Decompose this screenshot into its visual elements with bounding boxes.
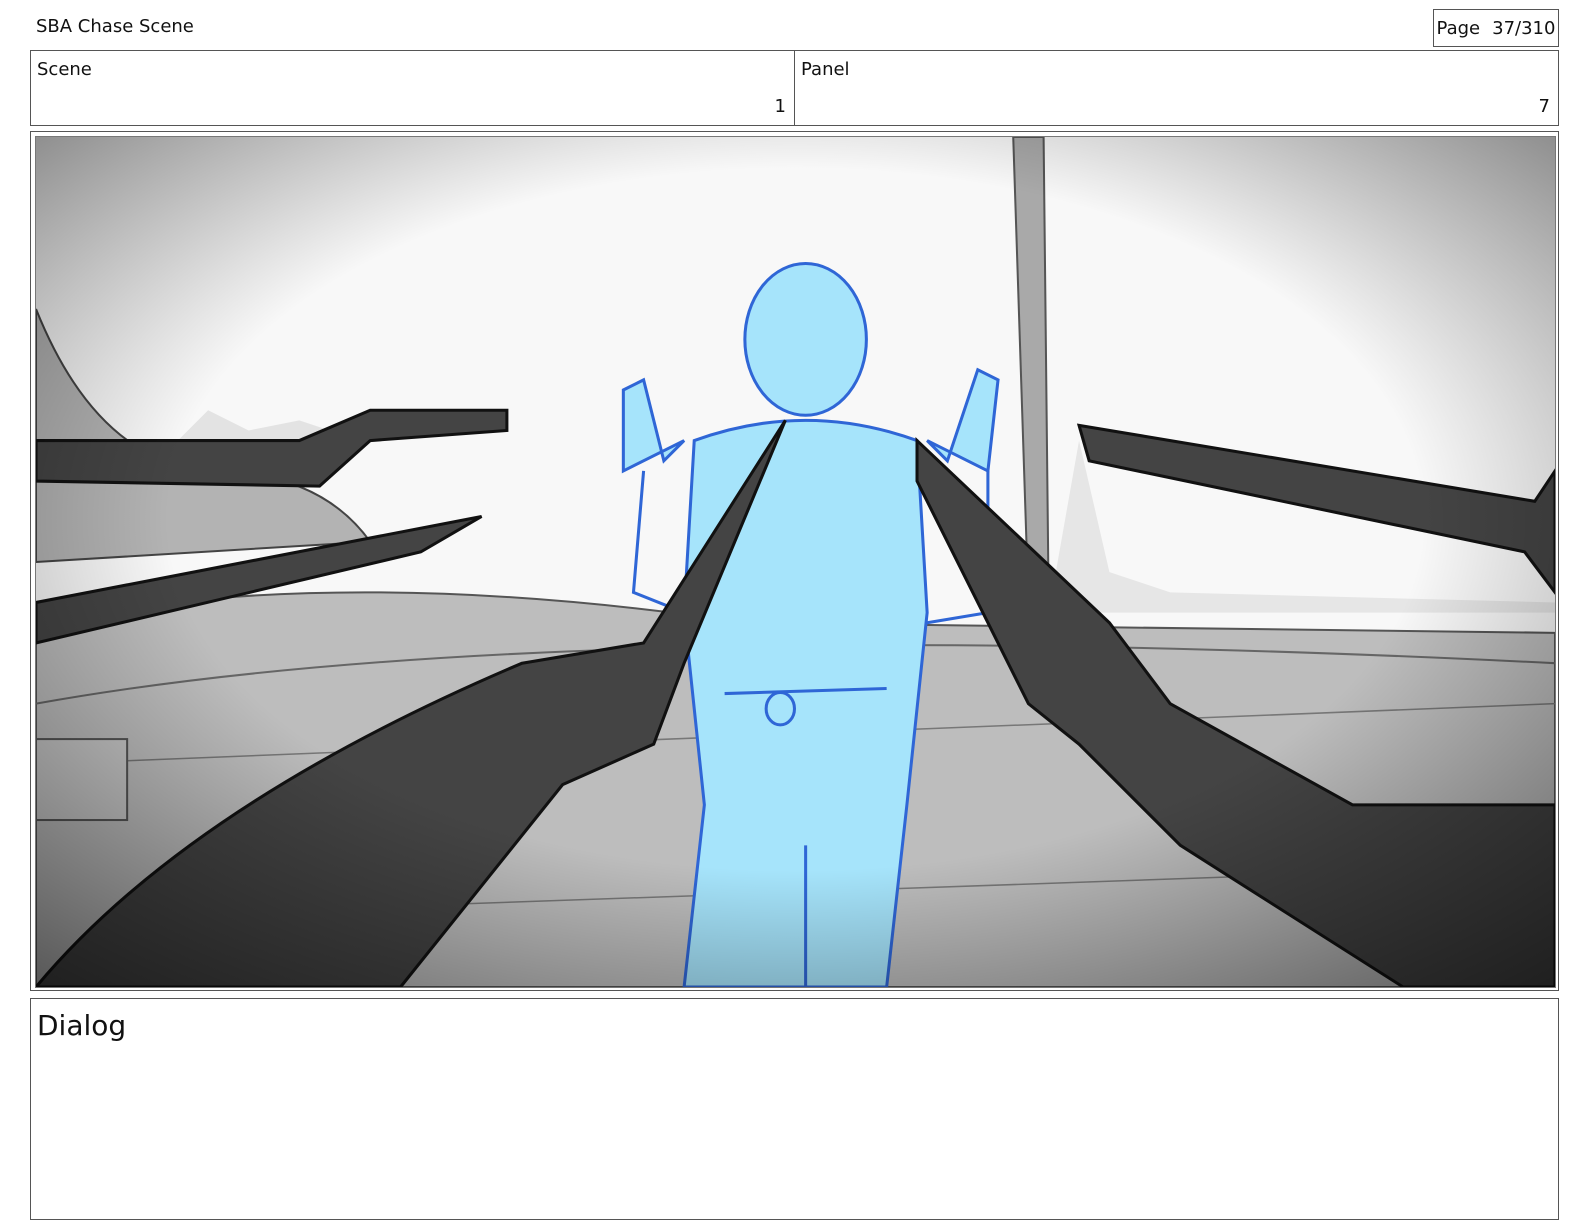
panel-field: Panel 7 bbox=[794, 50, 1559, 126]
page-number: 37/310 bbox=[1492, 17, 1556, 39]
storyboard-frame bbox=[30, 131, 1559, 991]
scene-number: 1 bbox=[774, 96, 786, 117]
page-label: Page bbox=[1436, 17, 1481, 39]
panel-number: 7 bbox=[1538, 96, 1550, 117]
scene-field: Scene 1 bbox=[30, 50, 795, 126]
panel-label: Panel bbox=[801, 59, 850, 80]
storyboard-title: SBA Chase Scene bbox=[36, 16, 194, 37]
storyboard-drawing-area bbox=[35, 136, 1556, 988]
dialog-box: Dialog bbox=[30, 998, 1559, 1220]
storyboard-sketch bbox=[36, 137, 1555, 987]
dialog-label: Dialog bbox=[37, 1009, 127, 1042]
vignette bbox=[36, 137, 1555, 987]
page-indicator: Page 37/310 bbox=[1433, 9, 1559, 47]
scene-label: Scene bbox=[37, 59, 92, 80]
